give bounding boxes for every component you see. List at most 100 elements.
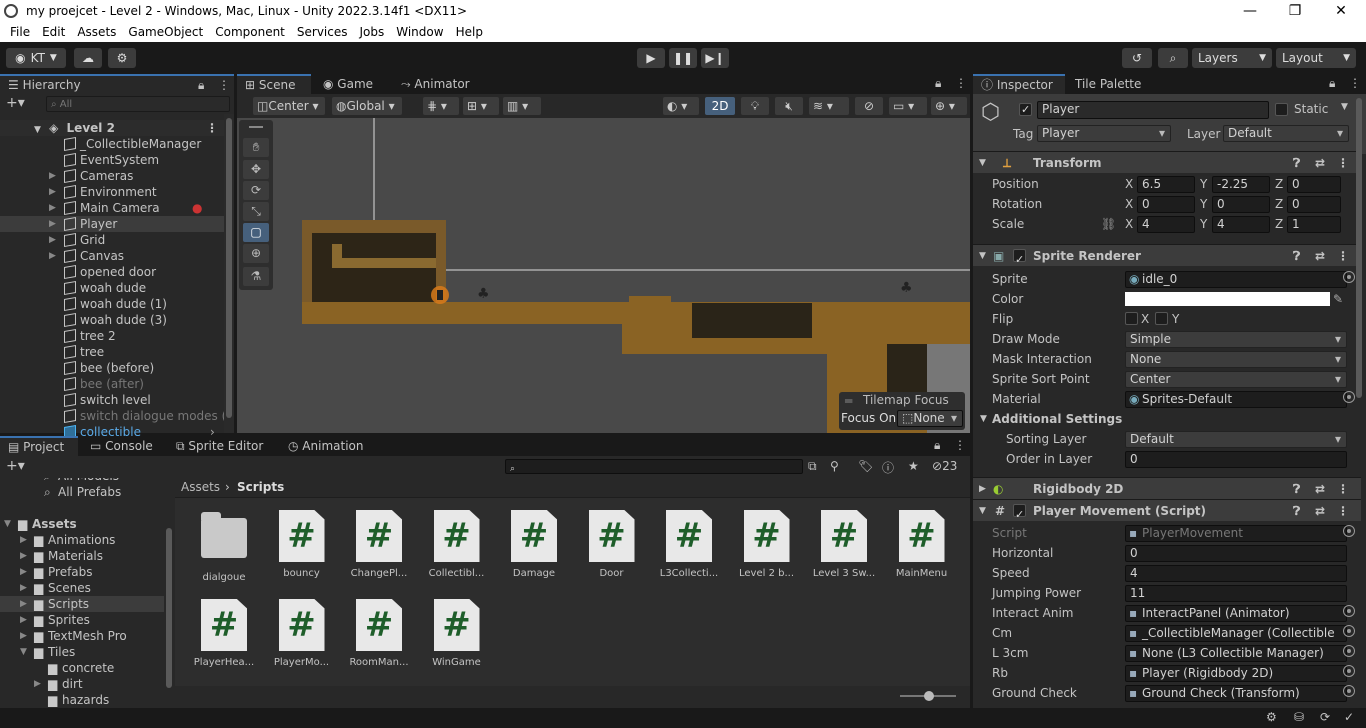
- expand-arrow-icon[interactable]: ▶: [20, 548, 27, 564]
- expand-arrow-icon[interactable]: ▶: [34, 676, 41, 692]
- axis-x-label[interactable]: X: [1125, 194, 1133, 214]
- close-button[interactable]: ✕: [1318, 0, 1364, 22]
- favorite-icon[interactable]: ★: [908, 459, 919, 473]
- step-button[interactable]: ▶❙: [701, 48, 729, 68]
- sprite-object-field[interactable]: ◉ idle_0: [1125, 271, 1347, 288]
- kebab-menu-icon[interactable]: ⋮: [1337, 500, 1349, 522]
- collab-icon[interactable]: ⚙: [108, 48, 136, 68]
- sprite-renderer-enabled-checkbox[interactable]: [1013, 249, 1026, 262]
- hierarchy-item[interactable]: ▶ Main Camera ●: [0, 200, 224, 216]
- expand-arrow-icon[interactable]: ▶: [49, 200, 56, 216]
- project-file[interactable]: # ChangePl...: [344, 510, 414, 579]
- project-tree-item[interactable]: ⌕ All Prefabs: [0, 484, 164, 500]
- axis-z-label[interactable]: Z: [1275, 194, 1283, 214]
- project-file[interactable]: # Damage: [499, 510, 569, 579]
- layers-dropdown[interactable]: Layers ▼: [1192, 48, 1272, 68]
- kebab-menu-icon[interactable]: ⋮: [1337, 245, 1349, 267]
- project-tree-item[interactable]: ▶ ▆ Prefabs: [0, 564, 164, 580]
- lock-icon[interactable]: 🔒︎: [935, 76, 941, 91]
- color-swatch[interactable]: [1125, 292, 1330, 306]
- material-object-field[interactable]: ◉ Sprites-Default: [1125, 391, 1347, 408]
- search-by-type-icon[interactable]: ⧉: [808, 459, 817, 474]
- menu-component[interactable]: Component: [209, 25, 291, 39]
- preset-icon[interactable]: ⇄: [1315, 245, 1325, 267]
- bug-icon[interactable]: ⚙: [1266, 710, 1277, 724]
- project-tree-item[interactable]: ▶ ▆ Scripts: [0, 596, 164, 612]
- tab-project[interactable]: ▤ Project: [0, 436, 78, 456]
- active-checkbox[interactable]: [1019, 103, 1032, 116]
- axis-y-label[interactable]: Y: [1200, 174, 1207, 194]
- hierarchy-item[interactable]: woah dude (1): [0, 296, 224, 312]
- hierarchy-item[interactable]: ▶ Environment: [0, 184, 224, 200]
- sprite-renderer-header[interactable]: ▼ ▣ Sprite Renderer ❓︎ ⇄ ⋮: [973, 244, 1361, 266]
- menu-help[interactable]: Help: [450, 25, 489, 39]
- project-file[interactable]: # Level 2 b...: [732, 510, 802, 579]
- menu-assets[interactable]: Assets: [71, 25, 122, 39]
- hierarchy-item[interactable]: ▶ Cameras: [0, 168, 224, 184]
- kebab-menu-icon[interactable]: ⋮: [954, 438, 966, 452]
- project-file[interactable]: # Level 3 Sw...: [809, 510, 879, 579]
- label-icon[interactable]: 🏷︎: [858, 459, 873, 473]
- player-movement-value-field[interactable]: 0: [1125, 545, 1347, 562]
- lock-icon[interactable]: 🔒︎: [198, 76, 204, 94]
- rigidbody-header[interactable]: ▶ ◐ Rigidbody 2D ❓︎ ⇄ ⋮: [973, 477, 1361, 499]
- axis-y-label[interactable]: Y: [1200, 194, 1207, 214]
- hidden-objects-icon[interactable]: ⊘: [855, 97, 883, 115]
- increment-snap-icon[interactable]: ▥ ▾: [503, 97, 541, 115]
- expand-arrow-icon[interactable]: ▼: [979, 500, 986, 522]
- help-icon[interactable]: ❓︎: [1293, 152, 1300, 174]
- kebab-menu-icon[interactable]: ⋮: [218, 76, 230, 94]
- expand-arrow-icon[interactable]: ▶: [20, 532, 27, 548]
- tab-animator[interactable]: ⤳ Animator: [393, 74, 483, 94]
- transform-position-z-field[interactable]: 0: [1287, 176, 1341, 193]
- player-movement-value-field[interactable]: ▪ Player (Rigidbody 2D): [1125, 665, 1347, 682]
- project-file[interactable]: # bouncy: [267, 510, 337, 579]
- draw-mode-icon[interactable]: ◐ ▾: [663, 97, 699, 115]
- hierarchy-item[interactable]: bee (after): [0, 376, 224, 392]
- object-name-field[interactable]: Player: [1037, 101, 1269, 119]
- hierarchy-search-input[interactable]: ⌕ All: [46, 96, 230, 112]
- account-dropdown[interactable]: ◉ KT ▼: [6, 48, 66, 68]
- preset-icon[interactable]: ⇄: [1315, 500, 1325, 522]
- hierarchy-item[interactable]: ▶ Grid: [0, 232, 224, 248]
- inspector-scrollbar[interactable]: [1354, 96, 1364, 706]
- focus-on-dropdown[interactable]: ⬚None: [897, 410, 963, 427]
- project-file[interactable]: # PlayerMo...: [267, 599, 337, 668]
- play-button[interactable]: ▶: [637, 48, 665, 68]
- mask-dropdown[interactable]: None: [1125, 351, 1347, 368]
- tab-inspector[interactable]: ⓘ Inspector: [973, 74, 1065, 94]
- expand-arrow-icon[interactable]: ▶: [979, 478, 986, 500]
- checkmark-icon[interactable]: ✓: [1344, 710, 1354, 724]
- expand-arrow-icon[interactable]: ▼: [34, 125, 41, 135]
- project-file[interactable]: # PlayerHea...: [189, 599, 259, 668]
- chevron-down-icon[interactable]: ▼: [1341, 102, 1348, 112]
- kebab-menu-icon[interactable]: ⋮: [1337, 152, 1349, 174]
- kebab-menu-icon[interactable]: ⋮: [1337, 478, 1349, 500]
- filter-icon[interactable]: ⚲: [830, 459, 839, 473]
- project-tree-item[interactable]: ▆ concrete: [0, 660, 164, 676]
- eyedropper-icon[interactable]: ✎: [1333, 289, 1343, 309]
- sort-point-dropdown[interactable]: Center: [1125, 371, 1347, 388]
- preset-icon[interactable]: ⇄: [1315, 478, 1325, 500]
- expand-arrow-icon[interactable]: ▶: [20, 628, 27, 644]
- grid-visibility-icon[interactable]: ⊞ ▾: [463, 97, 499, 115]
- add-icon[interactable]: +▾: [6, 95, 25, 111]
- hierarchy-item[interactable]: EventSystem: [0, 152, 224, 168]
- layout-dropdown[interactable]: Layout ▼: [1276, 48, 1356, 68]
- hidden-count-badge[interactable]: ⊘23: [932, 459, 957, 473]
- layer-dropdown[interactable]: Default: [1223, 125, 1349, 142]
- hierarchy-item[interactable]: _CollectibleManager: [0, 136, 224, 152]
- help-icon[interactable]: ❓︎: [1293, 500, 1300, 522]
- project-file[interactable]: # MainMenu: [887, 510, 957, 579]
- player-movement-enabled-checkbox[interactable]: [1013, 504, 1026, 517]
- menu-window[interactable]: Window: [390, 25, 449, 39]
- expand-arrow-icon[interactable]: ▼: [979, 152, 986, 174]
- tab-tile-palette[interactable]: Tile Palette: [1067, 74, 1163, 94]
- project-search-input[interactable]: ⌕: [505, 459, 803, 474]
- expand-arrow-icon[interactable]: ▶: [20, 580, 27, 596]
- project-file[interactable]: dialgoue: [189, 510, 259, 583]
- hierarchy-scrollbar[interactable]: [224, 114, 234, 433]
- hierarchy-item[interactable]: woah dude (3): [0, 312, 224, 328]
- project-tree-item[interactable]: ▼ ▆ Tiles: [0, 644, 164, 660]
- transform-rotation-z-field[interactable]: 0: [1287, 196, 1341, 213]
